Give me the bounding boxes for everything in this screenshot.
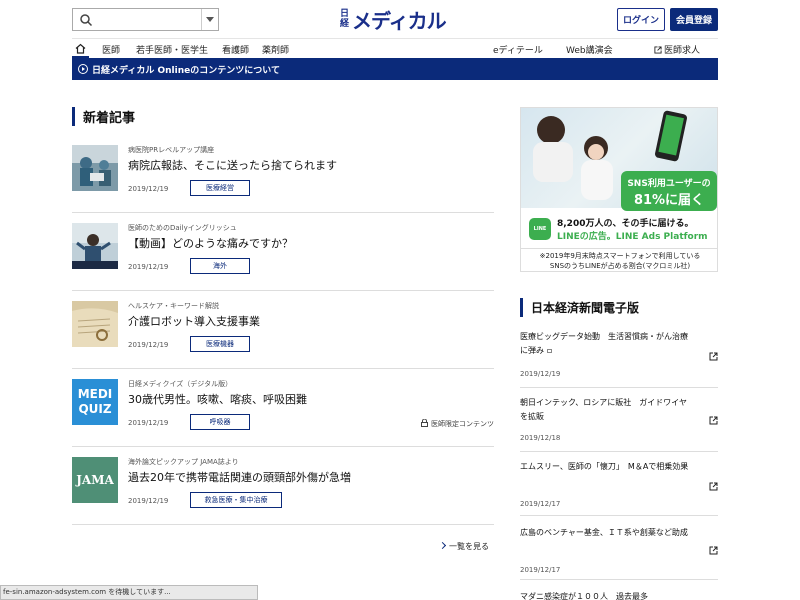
external-link-icon[interactable] xyxy=(709,546,718,555)
nikkei-section-title: 日本経済新聞電子版 xyxy=(520,298,639,317)
ad-note-line1: ※2019年9月末時点スマートフォンで利用している xyxy=(539,252,701,260)
section-title-new-articles: 新着記事 xyxy=(72,107,135,126)
article-category: 日経メディクイズ（デジタル版） xyxy=(128,380,233,388)
article-item[interactable]: 病医院PRレベルアップ講座 病院広報誌、そこに送ったら捨てられます 2019/1… xyxy=(72,135,494,213)
nav-item-doctor[interactable]: 医師 xyxy=(102,43,120,56)
article-date: 2019/12/19 xyxy=(128,263,169,271)
news-date: 2019/12/19 xyxy=(520,370,561,378)
article-tag[interactable]: 医療機器 xyxy=(190,336,250,352)
news-item[interactable]: 医療ビッグデータ始動 生活習慣病・がん治療に弾み 2019/12/19 xyxy=(520,330,718,388)
article-item[interactable]: ヘルスケア・キーワード解説 介護ロボット導入支援事業 2019/12/19 医療… xyxy=(72,291,494,369)
article-thumbnail-medi-quiz: MEDI QUIZ xyxy=(72,379,118,425)
article-date: 2019/12/19 xyxy=(128,341,169,349)
news-headline[interactable]: 朝日インテック、ロシアに販社 ガイドワイヤを拡販 xyxy=(520,396,690,424)
article-title[interactable]: 介護ロボット導入支援事業 xyxy=(128,313,260,329)
ad-bubble-line2: 81%に届く xyxy=(633,193,705,208)
external-link-icon xyxy=(654,46,662,54)
news-item[interactable]: エムスリー、医師の「懐刀」 M＆Aで相乗効果 2019/12/17 xyxy=(520,460,718,516)
news-item[interactable]: 朝日インテック、ロシアに販社 ガイドワイヤを拡販 2019/12/18 xyxy=(520,396,718,452)
thumb-text-jama: JAMA xyxy=(76,473,114,487)
chevron-right-icon xyxy=(438,541,447,550)
register-button[interactable]: 会員登録 xyxy=(670,8,718,31)
thumb-text-quiz: QUIZ xyxy=(78,402,112,416)
external-link-icon[interactable] xyxy=(709,416,718,425)
news-date: 2019/12/18 xyxy=(520,434,561,442)
logo-medical-text: メディカル xyxy=(352,8,447,33)
see-all-link[interactable]: 一覧を見る xyxy=(438,541,489,552)
arrow-circle-icon xyxy=(78,64,88,74)
external-link-icon[interactable] xyxy=(709,352,718,361)
site-logo[interactable]: 日経 メディカル xyxy=(340,6,447,33)
ad-note-line2: SNSのうちLINEが占める割合(マクロミル社) xyxy=(549,262,691,270)
login-button[interactable]: ログイン xyxy=(617,8,665,31)
article-title[interactable]: 過去20年で携帯電話関連の頭頸部外傷が急増 xyxy=(128,469,351,485)
browser-status-bar: fe-sin.amazon-adsystem.com を待機しています... xyxy=(0,585,258,600)
nav-item-nurse[interactable]: 看護師 xyxy=(222,43,249,56)
lock-icon xyxy=(547,349,552,353)
article-date: 2019/12/19 xyxy=(128,185,169,193)
search-box[interactable] xyxy=(72,8,219,31)
article-title[interactable]: 30歳代男性。咳嗽、喀痰、呼吸困難 xyxy=(128,391,307,407)
nav-item-young-doctor[interactable]: 若手医師・医学生 xyxy=(136,43,208,56)
news-date: 2019/12/17 xyxy=(520,500,561,508)
ad-line2: LINEの広告。LINE Ads Platform xyxy=(557,232,708,242)
search-icon xyxy=(80,14,93,27)
lock-icon xyxy=(421,418,428,427)
home-icon[interactable] xyxy=(75,43,86,54)
site-header: 日経 メディカル ログイン 会員登録 xyxy=(0,0,800,38)
search-input[interactable] xyxy=(95,10,195,29)
news-headline[interactable]: 医療ビッグデータ始動 生活習慣病・がん治療に弾み xyxy=(520,330,690,358)
article-title[interactable]: 【動画】どのような痛みですか？ xyxy=(128,235,293,251)
ad-note: ※2019年9月末時点スマートフォンで利用している SNSのうちLINEが占める… xyxy=(521,248,717,271)
contents-info-text: 日経メディカル Onlineのコンテンツについて xyxy=(92,65,280,76)
article-item[interactable]: JAMA 海外論文ピックアップ JAMA誌より 過去20年で携帯電話関連の頭頸部… xyxy=(72,447,494,525)
doctor-only-text: 医師限定コンテンツ xyxy=(431,420,494,428)
news-headline[interactable]: マダニ感染症が１００人 過去最多 xyxy=(520,590,690,600)
article-tag[interactable]: 医療経営 xyxy=(190,180,250,196)
ad-line1: 8,200万人の、その手に届ける。 xyxy=(557,219,694,229)
article-item[interactable]: MEDI QUIZ 日経メディクイズ（デジタル版） 30歳代男性。咳嗽、喀痰、呼… xyxy=(72,369,494,447)
nav-item-pharmacist[interactable]: 薬剤師 xyxy=(262,43,289,56)
news-headline[interactable]: エムスリー、医師の「懐刀」 M＆Aで相乗効果 xyxy=(520,460,690,474)
news-date: 2019/12/17 xyxy=(520,566,561,574)
external-link-icon[interactable] xyxy=(709,482,718,491)
doctor-only-label: 医師限定コンテンツ xyxy=(421,418,494,429)
article-category: 医師のためのDailyイングリッシュ xyxy=(128,224,237,232)
news-headline[interactable]: 広島のベンチャー基金、ＩＴ系や創薬など助成 xyxy=(520,526,690,540)
article-tag[interactable]: 海外 xyxy=(190,258,250,274)
article-category: 海外論文ピックアップ JAMA誌より xyxy=(128,458,239,466)
article-thumbnail-book xyxy=(72,301,118,347)
article-date: 2019/12/19 xyxy=(128,497,169,505)
see-all-label: 一覧を見る xyxy=(449,542,489,551)
ad-bubble-line1: SNS利用ユーザーの xyxy=(627,179,711,189)
article-tag[interactable]: 救急医療・集中治療 xyxy=(190,492,282,508)
thumb-text-medi: MEDI xyxy=(77,387,113,401)
article-date: 2019/12/19 xyxy=(128,419,169,427)
line-ad-banner[interactable]: SNS利用ユーザーの 81%に届く LINE 8,200万人の、その手に届ける。… xyxy=(520,107,718,272)
search-dropdown-icon[interactable] xyxy=(201,9,218,30)
nav-item-e-detail[interactable]: eディテール xyxy=(493,43,543,56)
article-item[interactable]: 医師のためのDailyイングリッシュ 【動画】どのような痛みですか？ 2019/… xyxy=(72,213,494,291)
article-thumbnail-video xyxy=(72,223,118,269)
article-category: ヘルスケア・キーワード解説 xyxy=(128,302,219,310)
article-title[interactable]: 病院広報誌、そこに送ったら捨てられます xyxy=(128,157,337,173)
contents-info-bar[interactable]: 日経メディカル Onlineのコンテンツについて xyxy=(72,58,718,80)
nav-item-job[interactable]: 医師求人 xyxy=(654,43,700,56)
nav-item-job-label: 医師求人 xyxy=(664,46,701,56)
nav-item-web-lecture[interactable]: Web講演会 xyxy=(566,43,613,56)
news-item[interactable]: 広島のベンチャー基金、ＩＴ系や創薬など助成 2019/12/17 xyxy=(520,526,718,580)
line-logo-icon: LINE xyxy=(529,218,551,240)
article-thumbnail-hospital xyxy=(72,145,118,191)
logo-nikkei-text: 日経 xyxy=(340,9,350,29)
main-nav: 医師 若手医師・医学生 看護師 薬剤師 eディテール Web講演会 医師求人 xyxy=(72,38,718,58)
article-thumbnail-jama: JAMA xyxy=(72,457,118,503)
news-headline-text: 医療ビッグデータ始動 生活習慣病・がん治療に弾み xyxy=(520,332,688,355)
news-item[interactable]: マダニ感染症が１００人 過去最多 xyxy=(520,590,718,600)
ad-bubble: SNS利用ユーザーの 81%に届く xyxy=(621,171,717,211)
article-tag[interactable]: 呼吸器 xyxy=(190,414,250,430)
article-category: 病医院PRレベルアップ講座 xyxy=(128,146,215,154)
